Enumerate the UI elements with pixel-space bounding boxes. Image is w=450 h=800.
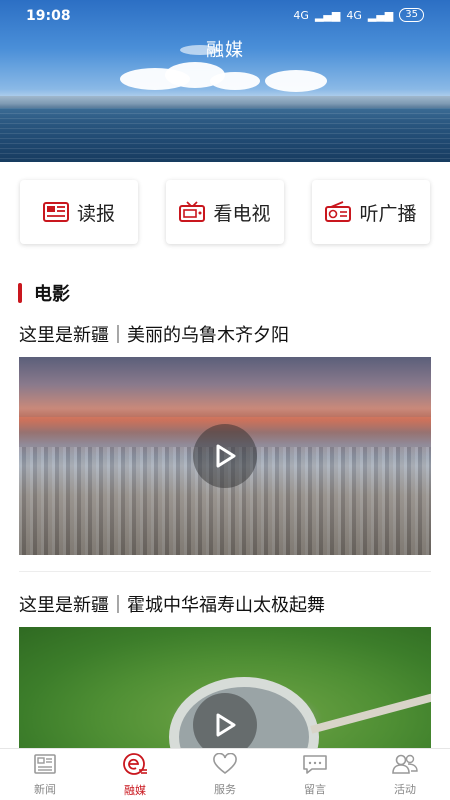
divider [19,571,431,572]
quick-action-label: 看电视 [213,202,271,225]
heart-icon [212,752,238,779]
listen-radio-button[interactable]: 听广播 [312,180,430,244]
play-icon [216,713,236,737]
page-title: 融媒 [206,40,244,61]
header-banner: 19:08 4G ▂▄▆ 4G ▂▄▆ 35 融媒 [0,0,450,162]
tab-news[interactable]: 新闻 [0,749,90,800]
status-icons: 4G ▂▄▆ 4G ▂▄▆ 35 [293,8,424,22]
play-button[interactable] [193,424,257,488]
quick-action-label: 读报 [76,202,115,225]
tab-label: 留言 [304,782,326,796]
video-title[interactable]: 这里是新疆｜美丽的乌鲁木齐夕阳 [19,321,289,347]
tv-icon [179,201,206,223]
quick-actions: 读报 看电视 听广播 [20,180,430,244]
video-title[interactable]: 这里是新疆｜霍城中华福寿山太极起舞 [19,591,325,617]
tab-label: 活动 [394,782,416,796]
status-time: 19:08 [26,8,71,24]
tab-label: 融媒 [124,783,146,797]
tab-service[interactable]: 服务 [180,749,270,800]
signal-bars-icon-2: ▂▄▆ [367,8,394,22]
section-accent-bar [18,283,22,303]
section-header: 电影 [18,282,70,305]
app-screen: 19:08 4G ▂▄▆ 4G ▂▄▆ 35 融媒 读报 看电视 听广播 电影 … [0,0,450,800]
media-icon [122,752,148,780]
section-title: 电影 [34,284,70,305]
signal-icon-2: 4G [346,8,362,22]
video-thumbnail[interactable] [19,357,431,555]
radio-icon [325,201,352,223]
signal-icon: 4G [293,8,309,22]
play-icon [216,444,236,468]
tab-label: 新闻 [34,782,56,796]
battery-icon: 35 [399,8,424,22]
tab-media[interactable]: 融媒 [90,749,180,800]
message-icon [302,753,328,779]
watch-tv-button[interactable]: 看电视 [166,180,284,244]
read-newspaper-button[interactable]: 读报 [20,180,138,244]
tab-label: 服务 [214,782,236,796]
news-icon [32,753,58,779]
quick-action-label: 听广播 [359,202,417,225]
tab-activity[interactable]: 活动 [360,749,450,800]
status-bar: 19:08 4G ▂▄▆ 4G ▂▄▆ 35 [0,0,450,32]
bottom-tab-bar: 新闻 融媒 服务 留言 活动 [0,748,450,800]
newspaper-icon [42,201,69,223]
tab-message[interactable]: 留言 [270,749,360,800]
people-icon [391,753,419,779]
video-thumbnail[interactable] [19,627,431,757]
signal-bars-icon: ▂▄▆ [314,8,341,22]
